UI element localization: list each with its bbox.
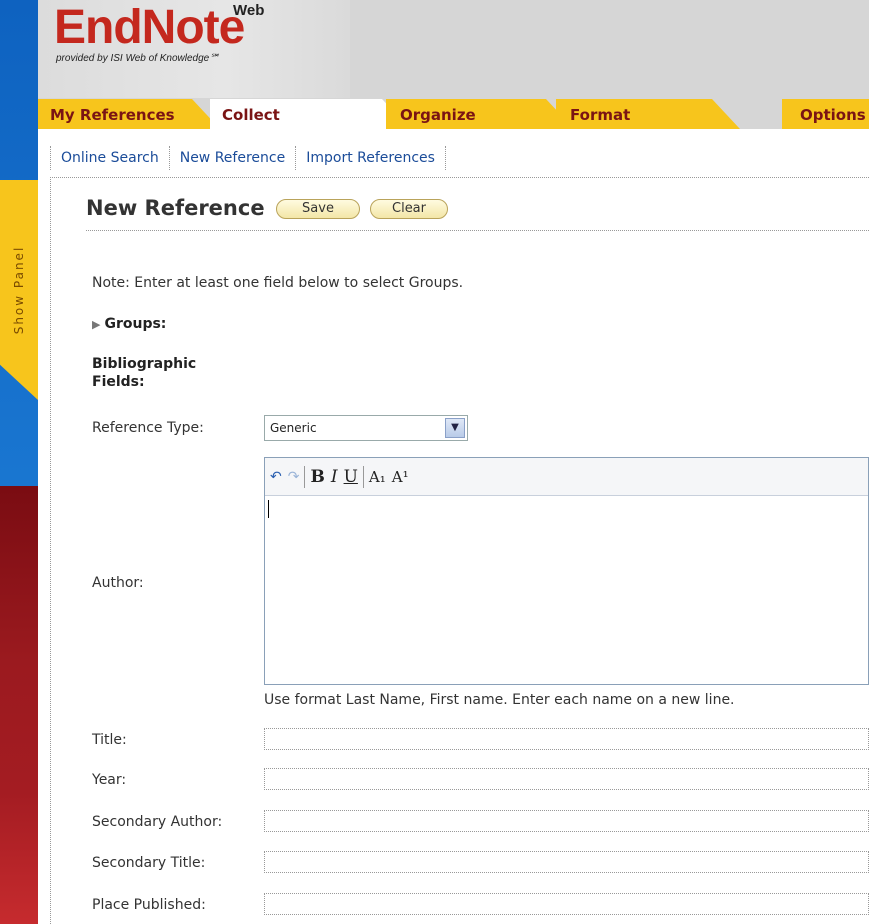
groups-label: Groups: [104,316,167,332]
content-border [50,177,51,924]
title-label: Title: [92,732,127,748]
subnav-divider [444,146,446,170]
bibliographic-fields-heading: Bibliographic Fields: [92,355,196,391]
subnav-online-search[interactable]: Online Search [51,150,169,166]
logo-web-superscript: Web [233,2,265,19]
reference-type-value: Generic [270,421,317,435]
year-label: Year: [92,772,127,788]
place-published-label: Place Published: [92,897,206,913]
main-tabs: My References Collect Organize Format Op… [38,99,869,129]
expand-triangle-icon: ▶ [92,318,101,331]
slide-accent [0,486,38,924]
show-panel-label: Show Panel [12,245,26,335]
save-button[interactable]: Save [276,199,360,219]
toolbar-divider [362,465,364,488]
tab-options[interactable]: Options [782,99,869,129]
chevron-down-icon[interactable]: ▼ [445,418,465,438]
subscript-button[interactable]: A₁ [366,468,389,486]
place-published-field[interactable] [264,893,869,915]
tab-organize[interactable]: Organize [386,99,574,129]
groups-toggle[interactable]: ▶ Groups: [92,316,166,332]
bold-button[interactable]: B [307,467,327,487]
author-label: Author: [92,575,144,591]
text-cursor [268,500,269,518]
endnote-logo: EndNote [54,1,245,54]
sub-navigation: Online Search New Reference Import Refer… [50,146,446,170]
year-field[interactable] [264,768,869,790]
tab-my-references[interactable]: My References [38,99,220,129]
subnav-new-reference[interactable]: New Reference [170,150,296,166]
secondary-author-label: Secondary Author: [92,814,223,830]
redo-icon[interactable]: ↷ [285,469,303,485]
bib-heading-line1: Bibliographic [92,356,197,372]
title-divider [86,230,869,231]
secondary-title-label: Secondary Title: [92,855,206,871]
underline-button[interactable]: U [341,467,361,487]
clear-button[interactable]: Clear [370,199,448,219]
italic-button[interactable]: I [328,467,341,487]
content-panel: Online Search New Reference Import Refer… [38,129,869,924]
bib-heading-line2: Fields: [92,374,145,390]
tab-collect[interactable]: Collect [210,99,410,129]
subnav-import-references[interactable]: Import References [296,150,445,166]
page-title: New Reference [86,196,265,220]
author-editor[interactable]: ↶ ↷ B I U A₁ A¹ [264,457,869,685]
secondary-author-field[interactable] [264,810,869,832]
title-field[interactable] [264,728,869,750]
author-format-hint: Use format Last Name, First name. Enter … [264,692,735,708]
divider [50,177,869,178]
superscript-button[interactable]: A¹ [389,468,412,486]
reference-type-label: Reference Type: [92,420,204,436]
reference-type-select[interactable]: Generic ▼ [264,415,468,441]
tab-format[interactable]: Format [556,99,740,129]
logo-tagline: provided by ISI Web of Knowledge℠ [56,53,220,64]
groups-note: Note: Enter at least one field below to … [92,275,464,291]
toolbar-divider [304,465,306,488]
editor-toolbar: ↶ ↷ B I U A₁ A¹ [265,458,868,496]
undo-icon[interactable]: ↶ [267,469,285,485]
secondary-title-field[interactable] [264,851,869,873]
